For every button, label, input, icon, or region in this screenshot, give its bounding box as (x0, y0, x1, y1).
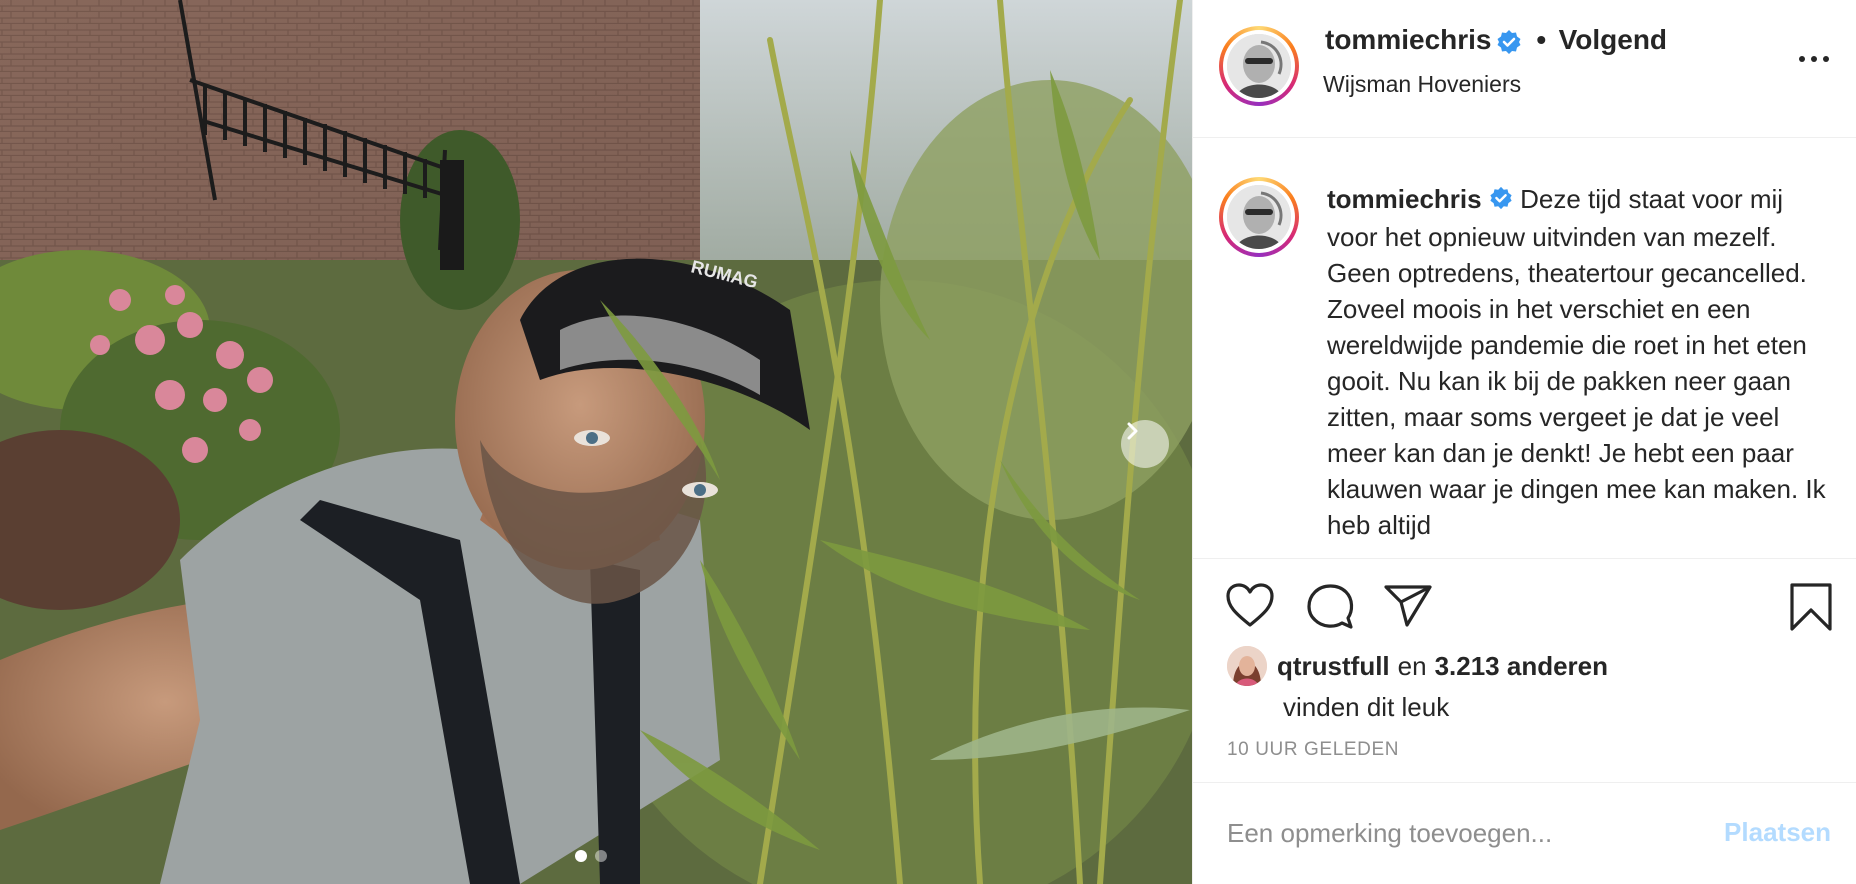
avatar-image (1227, 185, 1291, 249)
chevron-right-icon (1127, 422, 1138, 440)
liker-username[interactable]: qtrustfull (1277, 651, 1390, 682)
comment-input[interactable] (1227, 813, 1707, 853)
liker-avatar[interactable] (1227, 646, 1267, 686)
more-dot-icon (1823, 56, 1829, 62)
caption-username[interactable]: tommiechris (1327, 184, 1482, 214)
post-header: tommiechris • Volgend Wijsman Hoveniers (1193, 0, 1856, 138)
comments-section[interactable]: tommiechris Deze tijd staat voor mij voo… (1193, 139, 1856, 559)
author-username[interactable]: tommiechris (1325, 24, 1492, 55)
post-details-panel: tommiechris • Volgend Wijsman Hoveniers (1192, 0, 1856, 884)
post-timestamp[interactable]: 10 UUR GELEDEN (1227, 739, 1399, 761)
verified-badge-icon (1496, 29, 1522, 60)
like-button[interactable] (1225, 582, 1275, 633)
more-dot-icon (1799, 56, 1805, 62)
follow-separator: • (1536, 24, 1547, 55)
comment-icon (1307, 584, 1354, 629)
carousel-dot (595, 850, 607, 862)
post-caption: tommiechris Deze tijd staat voor mij voo… (1327, 181, 1837, 543)
avatar-image (1227, 34, 1291, 98)
comment-button[interactable] (1305, 582, 1355, 635)
likes-summary: qtrustfull en 3.213 anderen vinden dit l… (1227, 646, 1827, 723)
carousel-dot-active (575, 850, 587, 862)
next-image-button[interactable] (1121, 420, 1169, 468)
share-button[interactable] (1383, 584, 1433, 633)
likes-connector: en (1397, 650, 1427, 681)
header-title-row: tommiechris • Volgend (1325, 24, 1667, 60)
verified-badge-icon (1489, 183, 1513, 219)
heart-icon (1226, 583, 1274, 627)
bookmark-icon (1790, 583, 1832, 631)
author-avatar[interactable] (1219, 26, 1299, 106)
caption-author-avatar[interactable] (1219, 177, 1299, 257)
following-button[interactable]: Volgend (1559, 24, 1667, 55)
likes-suffix: vinden dit leuk (1283, 692, 1450, 722)
post-image[interactable]: RUMAG (0, 0, 1192, 884)
post-comment-button[interactable]: Plaatsen (1724, 817, 1831, 848)
paper-plane-icon (1384, 585, 1432, 627)
more-options-button[interactable] (1799, 56, 1829, 62)
post-actions (1193, 582, 1856, 638)
avatar-image (1227, 646, 1267, 686)
caption-text: Deze tijd staat voor mij voor het opnieu… (1327, 184, 1826, 541)
add-comment-bar: Plaatsen (1193, 782, 1856, 884)
post-photo: RUMAG (0, 0, 1192, 884)
carousel-indicator (575, 850, 607, 862)
likes-count-link[interactable]: 3.213 anderen (1435, 651, 1608, 682)
post-location[interactable]: Wijsman Hoveniers (1323, 71, 1521, 98)
more-dot-icon (1811, 56, 1817, 62)
save-button[interactable] (1789, 582, 1833, 637)
